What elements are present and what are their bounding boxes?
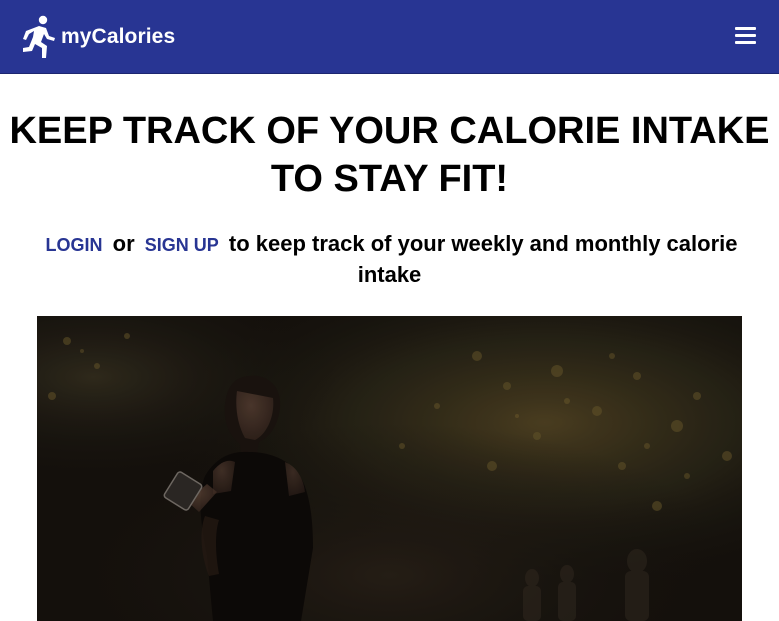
tagline-rest: to keep track of your weekly and monthly…: [228, 231, 738, 287]
brand-logo-link[interactable]: myCalories: [22, 15, 175, 59]
hamburger-menu-icon[interactable]: [735, 27, 756, 45]
hero-image: [37, 316, 742, 621]
top-navbar: myCalories: [0, 0, 779, 74]
running-person-icon: [23, 15, 55, 58]
tagline-connector: or: [112, 231, 135, 256]
runner-photo: [37, 316, 742, 621]
signup-link[interactable]: SIGN UP: [141, 235, 223, 255]
brand-name: myCalories: [61, 25, 176, 48]
hero-tagline: LOGIN or SIGN UP to keep track of your w…: [30, 229, 749, 289]
login-link[interactable]: LOGIN: [42, 235, 107, 255]
page-headline: KEEP TRACK OF YOUR CALORIE INTAKE TO STA…: [9, 110, 770, 200]
